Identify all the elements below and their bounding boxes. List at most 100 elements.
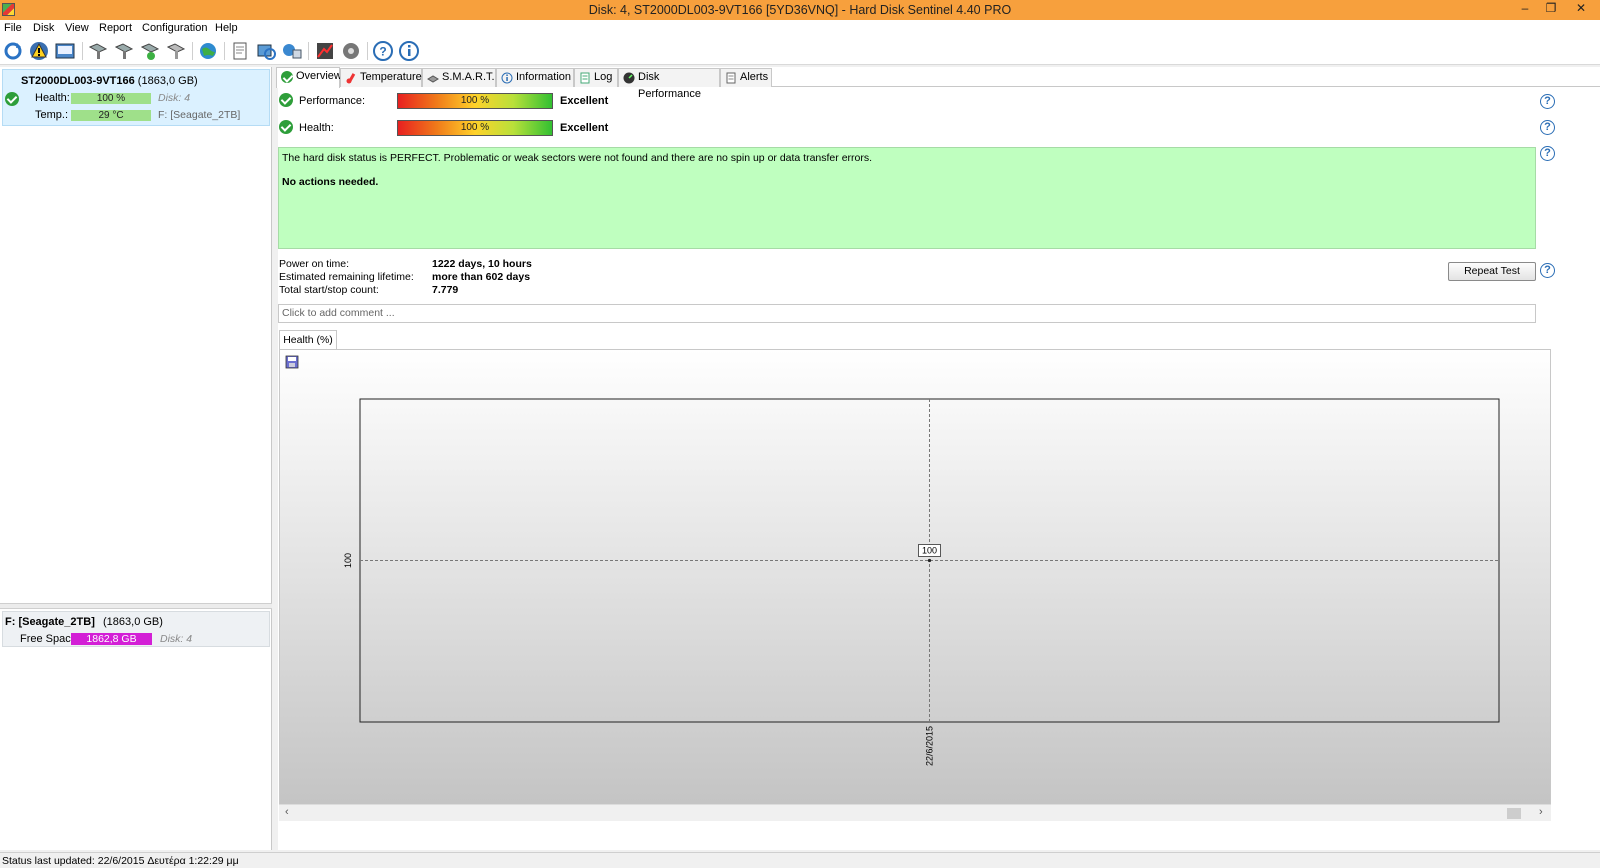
power-on-label: Power on time: <box>279 258 350 270</box>
check-icon <box>281 71 293 83</box>
gauge-icon <box>623 72 635 84</box>
repeat-test-button[interactable]: Repeat Test <box>1448 262 1536 281</box>
sync-icon[interactable] <box>255 40 277 62</box>
tab-label: Alerts <box>740 71 769 83</box>
performance-ok-icon <box>279 93 293 107</box>
health-bar: 100 % <box>71 93 151 104</box>
health-chart-area: 100 100 22/6/2015 <box>279 349 1551 821</box>
help-icon[interactable]: ? <box>372 40 394 62</box>
help-icon[interactable]: ? <box>1540 146 1555 161</box>
tab-bar: Overview Temperature S.M.A.R.T. Informat… <box>276 67 1600 100</box>
free-space-bar: 1862,8 GB <box>71 633 152 645</box>
status-bar: Status last updated: 22/6/2015 Δευτέρα 1… <box>0 852 1600 868</box>
disk-model: ST2000DL003-9VT166 <box>21 75 135 87</box>
help-icon[interactable]: ? <box>1540 120 1555 135</box>
menu-file[interactable]: File <box>4 22 22 34</box>
tab-label: S.M.A.R.T. <box>442 71 495 83</box>
disk-tool-icon[interactable] <box>87 40 109 62</box>
menu-view[interactable]: View <box>65 22 89 34</box>
restore-button[interactable]: ❐ <box>1538 0 1564 18</box>
y-tick-label: 100 <box>343 553 353 568</box>
scroll-thumb[interactable] <box>1507 808 1521 819</box>
tab-label: Log <box>594 71 613 83</box>
health-rating: Excellent <box>560 122 609 134</box>
title-bar: Disk: 4, ST2000DL003-9VT166 [5YD36VNQ] -… <box>0 0 1600 20</box>
minimize-button[interactable]: – <box>1512 0 1538 18</box>
tab-smart[interactable]: S.M.A.R.T. <box>422 68 496 87</box>
tab-label: Disk Performance <box>638 71 701 100</box>
temp-label: Temp.: <box>35 109 69 121</box>
startstop-value: 7.779 <box>432 284 459 296</box>
network-icon[interactable] <box>281 40 303 62</box>
toolbar: ? <box>0 37 1600 65</box>
tab-label: Information <box>516 71 572 83</box>
tab-health-chart[interactable]: Health (%) <box>279 330 337 350</box>
disk-card[interactable]: ST2000DL003-9VT166 (1863,0 GB) Health: 1… <box>2 69 270 126</box>
status-ok-icon <box>5 92 19 106</box>
free-space-label: Free Space <box>20 633 77 645</box>
disk-list-panel: ST2000DL003-9VT166 (1863,0 GB) Health: 1… <box>0 67 272 850</box>
chart-scrollbar[interactable]: ‹ › <box>279 804 1551 821</box>
refresh-icon[interactable] <box>2 40 24 62</box>
report-icon[interactable] <box>54 40 76 62</box>
chart-icon[interactable] <box>314 40 336 62</box>
menu-configuration[interactable]: Configuration <box>142 22 207 34</box>
performance-rating: Excellent <box>560 95 609 107</box>
volume-size: (1863,0 GB) <box>103 616 163 628</box>
health-ok-icon <box>279 120 293 134</box>
tab-label: Temperature <box>360 71 422 83</box>
health-label: Health: <box>35 92 70 104</box>
performance-label: Performance: <box>299 95 366 107</box>
tab-alerts[interactable]: Alerts <box>720 68 772 87</box>
menu-report[interactable]: Report <box>99 22 132 34</box>
tab-information[interactable]: Information <box>496 68 574 87</box>
alert-icon[interactable] <box>28 40 50 62</box>
tab-label: Overview <box>296 70 342 82</box>
menu-help[interactable]: Help <box>215 22 238 34</box>
thermometer-icon <box>346 73 356 84</box>
close-button[interactable]: ✕ <box>1568 0 1594 18</box>
help-icon[interactable]: ? <box>1540 263 1555 278</box>
disk-number: Disk: 4 <box>158 92 191 104</box>
settings-icon[interactable] <box>340 40 362 62</box>
panel-splitter[interactable] <box>0 603 272 609</box>
tab-log[interactable]: Log <box>574 68 618 87</box>
volume-card[interactable]: F: [Seagate_2TB] (1863,0 GB) Free Space … <box>2 611 270 647</box>
web-icon[interactable] <box>197 40 219 62</box>
health-chart: 100 100 22/6/2015 <box>343 398 1500 766</box>
partition-label: F: [Seagate_2TB] <box>158 109 241 121</box>
tab-disk-performance[interactable]: Disk Performance <box>618 68 720 100</box>
disk-tool-icon[interactable] <box>113 40 135 62</box>
info-icon[interactable] <box>398 40 420 62</box>
lifetime-label: Estimated remaining lifetime: <box>279 271 414 283</box>
health-bar: 100 % <box>397 120 553 136</box>
scroll-right-arrow[interactable]: › <box>1539 806 1543 818</box>
disk-name: ST2000DL003-9VT166 (1863,0 GB) <box>21 75 198 87</box>
information-icon <box>501 72 513 84</box>
tab-temperature[interactable]: Temperature <box>340 68 422 87</box>
menu-bar: File Disk View Report Configuration Help <box>0 20 1600 37</box>
disk-tool-icon[interactable] <box>139 40 161 62</box>
main-panel: Overview Temperature S.M.A.R.T. Informat… <box>276 67 1600 850</box>
power-on-value: 1222 days, 10 hours <box>432 258 532 270</box>
help-icon[interactable]: ? <box>1540 94 1555 109</box>
data-label: 100 <box>922 546 937 556</box>
volume-disk-number: Disk: 4 <box>160 633 193 645</box>
disk-tool-icon[interactable] <box>165 40 187 62</box>
performance-bar: 100 % <box>397 93 553 109</box>
menu-disk[interactable]: Disk <box>33 22 54 34</box>
comment-input[interactable]: Click to add comment ... <box>278 304 1536 323</box>
scroll-left-arrow[interactable]: ‹ <box>285 806 289 818</box>
lifetime-value: more than 602 days <box>432 271 531 283</box>
log-icon <box>580 72 590 84</box>
action-message: No actions needed. <box>282 176 379 188</box>
data-point <box>927 558 932 563</box>
alerts-icon <box>726 72 736 84</box>
document-icon[interactable] <box>229 40 251 62</box>
health-label: Health: <box>299 122 334 134</box>
tab-overview[interactable]: Overview <box>276 67 342 88</box>
x-tick-label: 22/6/2015 <box>925 726 935 766</box>
status-box: The hard disk status is PERFECT. Problem… <box>278 147 1536 249</box>
startstop-label: Total start/stop count: <box>279 284 379 296</box>
window-title: Disk: 4, ST2000DL003-9VT166 [5YD36VNQ] -… <box>588 3 1012 17</box>
